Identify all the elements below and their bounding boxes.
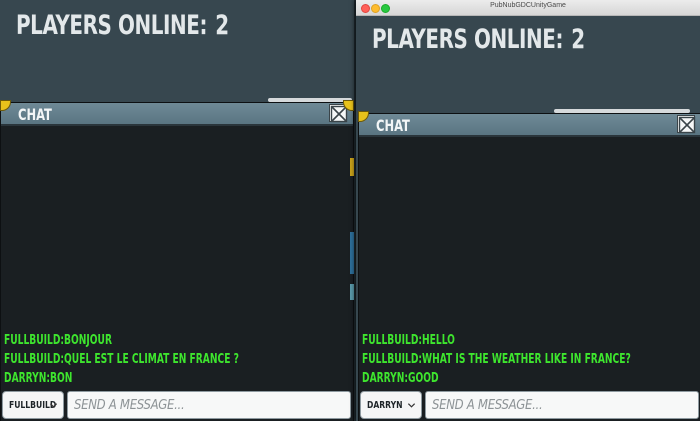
chat-message: FULLBUILD:QUEL EST LE CLIMAT EN FRANCE ? — [4, 352, 239, 367]
players-online-label: PLAYERS ONLINE: 2 — [16, 10, 229, 41]
chat-message-list: FULLBUILD:BONJOUR FULLBUILD:QUEL EST LE … — [4, 331, 347, 388]
right-game-window: PubNubGDCUnityGame PLAYERS ONLINE: 2 CHAT… — [356, 0, 700, 421]
chat-title: CHAT — [18, 105, 52, 124]
players-online-text: PLAYERS ONLINE: — [372, 24, 564, 55]
chat-close-button[interactable] — [677, 115, 696, 134]
chat-message: FULLBUILD:HELLO — [362, 333, 455, 348]
left-game-window: PLAYERS ONLINE: 2 CHAT FULLBUILD:BONJOUR … — [0, 0, 355, 421]
close-x-box-icon — [678, 116, 696, 134]
send-message-input[interactable] — [67, 391, 351, 419]
players-online-label: PLAYERS ONLINE: 2 — [372, 24, 585, 55]
players-online-text: PLAYERS ONLINE: — [16, 10, 208, 41]
chat-message-list: FULLBUILD:HELLO FULLBUILD:WHAT IS THE WE… — [362, 331, 695, 388]
send-message-input[interactable] — [425, 391, 699, 419]
players-online-count: 2 — [215, 10, 229, 41]
chat-message: FULLBUILD:WHAT IS THE WEATHER LIKE IN FR… — [362, 352, 631, 367]
chat-panel: CHAT FULLBUILD:HELLO FULLBUILD:WHAT IS T… — [358, 111, 700, 421]
user-select-dropdown[interactable]: DARRYN — [360, 391, 422, 419]
chevron-down-icon — [407, 403, 416, 408]
chat-message: DARRYN:GOOD — [362, 371, 439, 386]
window-titlebar: PubNubGDCUnityGame — [356, 0, 700, 16]
chevron-down-icon — [49, 403, 58, 408]
chat-input-row: FULLBUILD — [1, 389, 353, 421]
window-title: PubNubGDCUnityGame — [490, 2, 566, 9]
user-select-value: DARRYN — [367, 399, 403, 411]
chat-message: DARRYN:BON — [4, 371, 73, 386]
chat-header: CHAT — [1, 103, 353, 126]
chat-input-row: DARRYN — [359, 389, 700, 421]
chat-panel: CHAT FULLBUILD:BONJOUR FULLBUILD:QUEL ES… — [0, 100, 354, 421]
chat-message: FULLBUILD:BONJOUR — [4, 333, 112, 348]
players-online-count: 2 — [571, 24, 585, 55]
chat-header: CHAT — [359, 114, 700, 137]
chat-title: CHAT — [376, 116, 410, 135]
user-select-dropdown[interactable]: FULLBUILD — [2, 391, 64, 419]
